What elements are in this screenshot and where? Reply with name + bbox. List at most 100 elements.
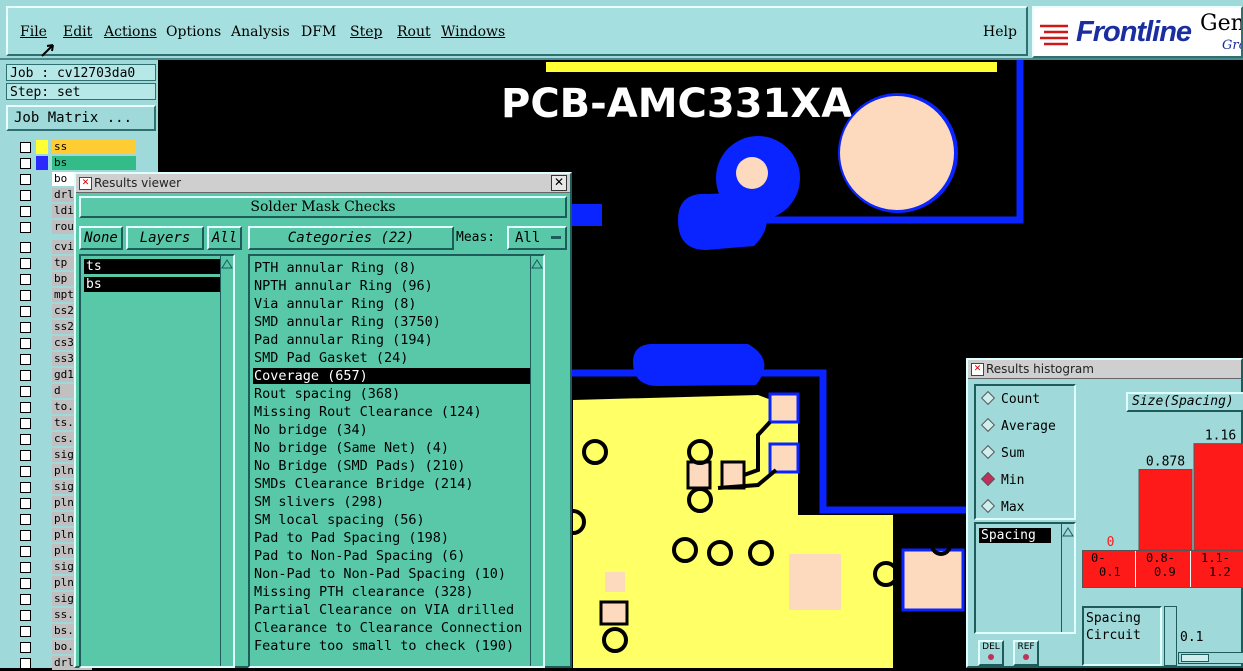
categories-scrollbar[interactable] (530, 256, 543, 666)
value-slider[interactable] (1178, 652, 1243, 664)
layer-checkbox[interactable] (20, 386, 31, 397)
category-item[interactable]: Non-Pad to Non-Pad Spacing (10) (253, 566, 543, 582)
layer-checkbox[interactable] (20, 594, 31, 605)
measure-list-item[interactable]: Spacing (979, 528, 1051, 543)
layers-button[interactable]: Layers (126, 226, 204, 250)
layer-list-item[interactable]: ts (84, 259, 224, 274)
category-item[interactable]: No Bridge (SMD Pads) (210) (253, 458, 543, 474)
layer-checkbox[interactable] (20, 174, 31, 185)
radio-max[interactable]: Max (980, 498, 1024, 518)
del-button[interactable]: DEL (978, 640, 1004, 666)
layer-list-item[interactable]: bs (84, 277, 224, 292)
layer-checkbox[interactable] (20, 514, 31, 525)
layer-checkbox[interactable] (20, 158, 31, 169)
layer-row[interactable]: ss (18, 140, 158, 155)
menu-actions[interactable]: Actions (104, 24, 157, 40)
layer-row[interactable]: bs (18, 156, 158, 171)
category-item[interactable]: SMD Pad Gasket (24) (253, 350, 543, 366)
measure-listbox[interactable]: Spacing (974, 522, 1076, 634)
layer-checkbox[interactable] (20, 578, 31, 589)
categories-button[interactable]: Categories (22) (248, 226, 454, 250)
histogram-bar[interactable] (1138, 469, 1193, 551)
layer-checkbox[interactable] (20, 322, 31, 333)
layer-checkbox[interactable] (20, 658, 31, 669)
layer-checkbox[interactable] (20, 498, 31, 509)
category-item[interactable]: Clearance to Clearance Connection (253, 620, 543, 636)
radio-min[interactable]: Min (980, 471, 1024, 491)
results-histogram-titlebar[interactable]: ✕ Results histogram (968, 360, 1241, 379)
category-item[interactable]: SM slivers (298) (253, 494, 543, 510)
scroll-up-icon[interactable] (221, 258, 233, 270)
category-item[interactable]: Coverage (657) (253, 368, 543, 384)
window-menu-icon[interactable]: ✕ (971, 363, 984, 376)
menu-analysis[interactable]: Analysis (231, 24, 290, 40)
category-item[interactable]: SMDs Clearance Bridge (214) (253, 476, 543, 492)
layer-checkbox[interactable] (20, 546, 31, 557)
category-item[interactable]: SM local spacing (56) (253, 512, 543, 528)
category-item[interactable]: Pad annular Ring (194) (253, 332, 543, 348)
scroll-up-icon[interactable] (531, 258, 543, 270)
layer-checkbox[interactable] (20, 466, 31, 477)
layer-checkbox[interactable] (20, 610, 31, 621)
layer-checkbox[interactable] (20, 482, 31, 493)
layer-checkbox[interactable] (20, 434, 31, 445)
category-item[interactable]: Missing Rout Clearance (124) (253, 404, 543, 420)
layer-checkbox[interactable] (20, 290, 31, 301)
close-icon[interactable]: ✕ (551, 175, 567, 191)
layer-checkbox[interactable] (20, 242, 31, 253)
layer-checkbox[interactable] (20, 626, 31, 637)
meas-select[interactable]: All (507, 226, 567, 250)
layer-checkbox[interactable] (20, 370, 31, 381)
layer-checkbox[interactable] (20, 142, 31, 153)
results-viewer-titlebar[interactable]: ✕ Results viewer ✕ (76, 174, 570, 193)
category-item[interactable]: SMD annular Ring (3750) (253, 314, 543, 330)
layer-checkbox[interactable] (20, 642, 31, 653)
layer-checkbox[interactable] (20, 274, 31, 285)
category-item[interactable]: NPTH annular Ring (96) (253, 278, 543, 294)
layers-scrollbar[interactable] (220, 256, 233, 666)
layer-checkbox[interactable] (20, 562, 31, 573)
layer-checkbox[interactable] (20, 530, 31, 541)
menu-windows[interactable]: Windows (441, 24, 505, 40)
scroll-up-icon[interactable] (1062, 526, 1074, 538)
menu-options[interactable]: Options (166, 24, 221, 40)
layer-checkbox[interactable] (20, 258, 31, 269)
radio-average[interactable]: Average (980, 417, 1056, 437)
menu-rout[interactable]: Rout (397, 24, 431, 40)
layer-checkbox[interactable] (20, 306, 31, 317)
layer-checkbox[interactable] (20, 418, 31, 429)
ref-button[interactable]: REF (1013, 640, 1039, 666)
category-item[interactable]: Pad to Non-Pad Spacing (6) (253, 548, 543, 564)
measure-scrollbar[interactable] (1061, 524, 1074, 632)
category-item[interactable]: Partial Clearance on VIA drilled (253, 602, 543, 618)
category-item[interactable]: Rout spacing (368) (253, 386, 543, 402)
category-item[interactable]: No bridge (Same Net) (4) (253, 440, 543, 456)
layer-checkbox[interactable] (20, 222, 31, 233)
histogram-bar[interactable] (1193, 443, 1243, 551)
layer-checkbox[interactable] (20, 206, 31, 217)
layer-checkbox[interactable] (20, 354, 31, 365)
menu-edit[interactable]: Edit (63, 24, 92, 40)
category-item[interactable]: PTH annular Ring (8) (253, 260, 543, 276)
category-item[interactable]: Missing PTH clearance (328) (253, 584, 543, 600)
category-item[interactable]: Feature too small to check (190) (253, 638, 543, 654)
layer-checkbox[interactable] (20, 450, 31, 461)
layer-checkbox[interactable] (20, 190, 31, 201)
none-button[interactable]: None (79, 226, 123, 250)
radio-sum[interactable]: Sum (980, 444, 1024, 464)
category-item[interactable]: Pad to Pad Spacing (198) (253, 530, 543, 546)
category-item[interactable]: No bridge (34) (253, 422, 543, 438)
layer-checkbox[interactable] (20, 402, 31, 413)
menu-step[interactable]: Step (350, 24, 382, 40)
categories-listbox[interactable]: PTH annular Ring (8) NPTH annular Ring (9… (248, 254, 545, 668)
all-button[interactable]: All (207, 226, 242, 250)
menu-file[interactable]: File (20, 24, 47, 40)
layer-checkbox[interactable] (20, 338, 31, 349)
footer-scrollbar[interactable] (1164, 606, 1177, 666)
job-matrix-button[interactable]: Job Matrix ... (6, 105, 156, 131)
slider-thumb[interactable] (1181, 654, 1209, 662)
category-item[interactable]: Via annular Ring (8) (253, 296, 543, 312)
window-menu-icon[interactable]: ✕ (79, 177, 92, 190)
layers-listbox[interactable]: ts bs (79, 254, 235, 668)
menu-dfm[interactable]: DFM (301, 24, 336, 40)
